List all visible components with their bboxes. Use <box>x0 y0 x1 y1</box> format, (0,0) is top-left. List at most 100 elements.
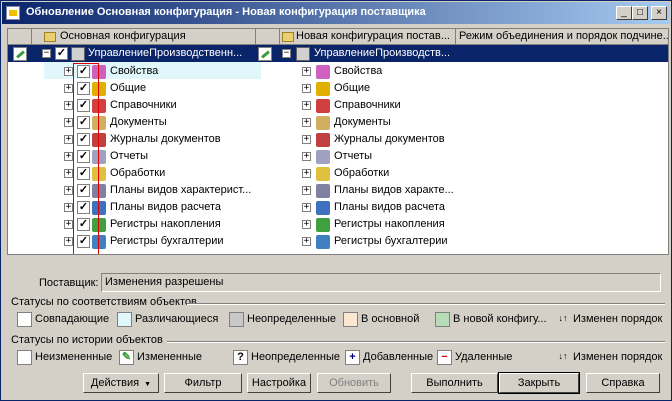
tree-item-vendor-label: Регистры бухгалтерии <box>334 235 448 247</box>
filter-button[interactable]: Фильтр <box>164 373 242 393</box>
legend-swatch <box>343 312 358 327</box>
legend-label: Неопределенные <box>251 351 341 363</box>
expand-toggle[interactable]: + <box>302 101 311 110</box>
separator <box>187 303 665 305</box>
minimize-button[interactable]: _ <box>616 6 632 20</box>
expand-toggle[interactable]: + <box>302 203 311 212</box>
tree-item-main-label: Журналы документов <box>110 133 221 145</box>
root-main-label: УправлениеПроизводственн... <box>88 47 243 59</box>
column-merge-mode[interactable]: Режим объединения и порядок подчине... <box>456 29 668 45</box>
tree-item-vendor-label: Журналы документов <box>334 133 445 145</box>
tree-item-vendor-label: Отчеты <box>334 150 373 162</box>
refresh-button[interactable]: Обновить <box>317 373 391 393</box>
tree-item-main-label: Общие <box>110 82 147 94</box>
tree-item-vendor-label: Документы <box>334 116 391 128</box>
expand-toggle[interactable]: + <box>302 152 311 161</box>
update-window: Обновление Основная конфигурация - Новая… <box>0 0 672 401</box>
expand-toggle[interactable]: + <box>302 67 311 76</box>
help-button[interactable]: Справка <box>586 373 660 393</box>
properties-icon <box>316 65 330 79</box>
settings-button[interactable]: Настройка <box>247 373 311 393</box>
legend-label: Неопределенные <box>247 313 337 325</box>
accum-registers-icon <box>316 218 330 232</box>
close-button[interactable]: Закрыть <box>498 372 580 394</box>
window-title: Обновление Основная конфигурация - Новая… <box>26 6 426 18</box>
legend-label: Изменен порядок <box>573 313 663 325</box>
config-icon <box>282 32 294 42</box>
column-main-config[interactable]: Основная конфигурация <box>32 29 256 45</box>
tree-item-vendor-label: Обработки <box>334 167 390 179</box>
processing-icon <box>316 167 330 181</box>
expand-toggle[interactable]: + <box>302 118 311 127</box>
execute-button[interactable]: Выполнить <box>411 373 498 393</box>
match-status-title: Статусы по соответствиям объектов <box>11 296 197 308</box>
supplier-label: Поставщик: <box>39 277 99 289</box>
expand-toggle[interactable]: + <box>64 118 73 127</box>
legend-label: Совпадающие <box>35 313 110 325</box>
legend-label: Удаленные <box>455 351 513 363</box>
expand-toggle[interactable]: + <box>64 84 73 93</box>
legend-label: Измененные <box>137 351 202 363</box>
expand-toggle[interactable]: + <box>64 237 73 246</box>
account-registers-icon <box>316 235 330 249</box>
column-mode-label: Режим объединения и порядок подчине... <box>459 30 668 42</box>
catalogs-icon <box>316 99 330 113</box>
legend-swatch: ↓↑ <box>555 312 571 327</box>
expand-toggle[interactable]: + <box>302 84 311 93</box>
header-mid-corner <box>256 29 280 45</box>
expand-toggle[interactable]: + <box>302 169 311 178</box>
collapse-toggle[interactable]: − <box>282 49 291 58</box>
title-bar: Обновление Основная конфигурация - Новая… <box>2 2 670 24</box>
expand-toggle[interactable]: + <box>302 135 311 144</box>
history-status-icon: − <box>437 350 452 365</box>
history-status-icon: + <box>345 350 360 365</box>
supplier-field: Изменения разрешены <box>101 273 661 292</box>
expand-toggle[interactable]: + <box>64 101 73 110</box>
comparison-tree[interactable]: Основная конфигурация Новая конфигурация… <box>7 28 669 255</box>
actions-menu-button[interactable]: Действия ▼ <box>83 373 159 393</box>
app-icon <box>6 6 20 20</box>
expand-toggle[interactable]: + <box>64 169 73 178</box>
collapse-toggle[interactable]: − <box>42 49 51 58</box>
reports-icon <box>316 150 330 164</box>
tree-item-main-label: Отчеты <box>110 150 149 162</box>
expand-toggle[interactable]: + <box>302 220 311 229</box>
tree-item-vendor-label: Регистры накопления <box>334 218 445 230</box>
history-status-icon: ? <box>233 350 248 365</box>
expand-toggle[interactable]: + <box>64 186 73 195</box>
column-vendor-label: Новая конфигурация постав... <box>296 30 450 42</box>
expand-toggle[interactable]: + <box>302 237 311 246</box>
legend-swatch <box>229 312 244 327</box>
legend-label: Неизмененные <box>35 351 113 363</box>
column-vendor-config[interactable]: Новая конфигурация постав... <box>280 29 456 45</box>
tree-item-main-label: Планы видов характерист... <box>110 184 252 196</box>
legend-label: В основной <box>361 313 420 325</box>
expand-toggle[interactable]: + <box>302 186 311 195</box>
root-checkbox[interactable]: ✓ <box>55 47 68 60</box>
checkbox-column-highlight <box>73 63 99 254</box>
legend-swatch <box>117 312 132 327</box>
legend-label: Изменен порядок <box>573 351 663 363</box>
actions-label: Действия <box>90 377 140 389</box>
expand-toggle[interactable]: + <box>64 220 73 229</box>
column-main-label: Основная конфигурация <box>60 30 186 42</box>
tree-item-vendor-label: Планы видов характе... <box>334 184 454 196</box>
tree-item-main-label: Регистры накопления <box>110 218 221 230</box>
legend-swatch <box>435 312 450 327</box>
tree-item-main-label: Обработки <box>110 167 166 179</box>
calc-types-icon <box>316 201 330 215</box>
tree-item-vendor-label: Свойства <box>334 65 383 77</box>
expand-toggle[interactable]: + <box>64 152 73 161</box>
close-window-button[interactable]: × <box>651 6 667 20</box>
expand-toggle[interactable]: + <box>64 135 73 144</box>
modified-icon <box>258 47 272 61</box>
expand-toggle[interactable]: + <box>64 203 73 212</box>
tree-item-main-label: Регистры бухгалтерии <box>110 235 224 247</box>
legend-label: В новой конфигу... <box>453 313 547 325</box>
tree-item-vendor-label: Планы видов расчета <box>334 201 446 213</box>
maximize-button[interactable]: □ <box>632 6 648 20</box>
modified-icon <box>13 47 27 61</box>
tree-item-main-label: Документы <box>110 116 167 128</box>
expand-toggle[interactable]: + <box>64 67 73 76</box>
config-icon <box>44 32 56 42</box>
